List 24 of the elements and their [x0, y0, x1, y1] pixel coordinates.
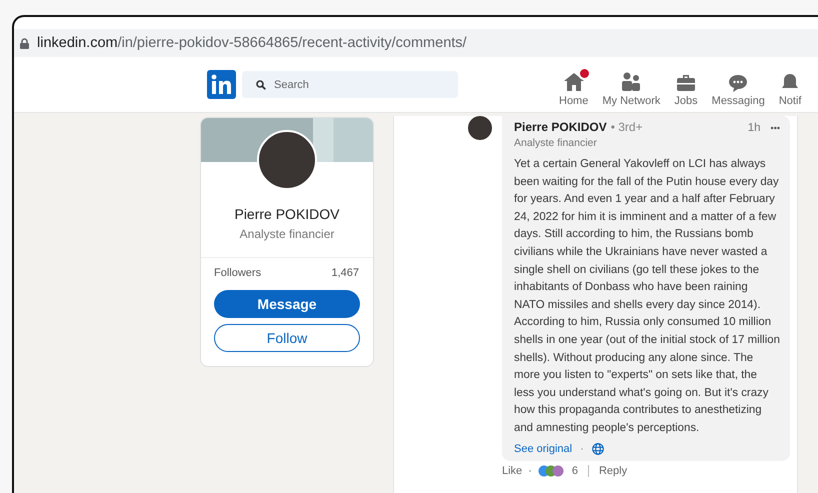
- followers-label: Followers: [214, 267, 262, 279]
- timestamp: 1h: [748, 122, 761, 134]
- author-headline: Analyste financier: [514, 137, 598, 149]
- separator-dot: ·: [528, 464, 532, 476]
- nav-item[interactable]: Home: [552, 62, 596, 106]
- profile-headline: Analyste financier: [238, 227, 336, 241]
- more-button[interactable]: •••: [770, 123, 780, 133]
- like-button[interactable]: Like: [502, 464, 522, 476]
- connection-degree: • 3rd+: [610, 120, 643, 134]
- follow-button[interactable]: Follow: [214, 324, 360, 352]
- author-name[interactable]: Pierre POKIDOV: [514, 120, 607, 134]
- followers-count: 1,467: [331, 267, 359, 279]
- reply-button[interactable]: Reply: [598, 464, 628, 476]
- search-field[interactable]: Search: [242, 71, 458, 98]
- see-original-link[interactable]: See original: [514, 442, 572, 454]
- separator-dot: ·: [580, 442, 584, 454]
- reaction-count: 6: [572, 464, 578, 476]
- nav-item[interactable]: My Network: [595, 62, 668, 106]
- comment-text: Yet a certain General Yakovleff on LCI has always been waiting for the fall of the Putin house every day for years. And even 1 year and a half after February 24, 2022 for him it is imminent and a matter of a few days. Still according to him, the Russians bomb civilians while the Ukrainians have never wasted a single shell on civilians (go tell these jokes to the inhabitants of Donbass who have been raining NATO missiles and shells every day since 2014). According to him, Russia only consumed 10 million shells in one year (out of the initial stock of 17 million shells). Without producing any alone since. The more you listen to "experts" on sets like that, the less you understand what's going on. But it's crazy how this propaganda contributes to anesthetizing and amnesting people's perceptions.: [514, 157, 780, 436]
- profile-name[interactable]: Pierre POKIDOV: [201, 206, 373, 222]
- nav-item[interactable]: Notif: [772, 62, 808, 106]
- nav-item[interactable]: Messaging: [704, 62, 772, 106]
- nav-item[interactable]: Jobs: [667, 62, 705, 106]
- message-button[interactable]: Message: [214, 290, 360, 318]
